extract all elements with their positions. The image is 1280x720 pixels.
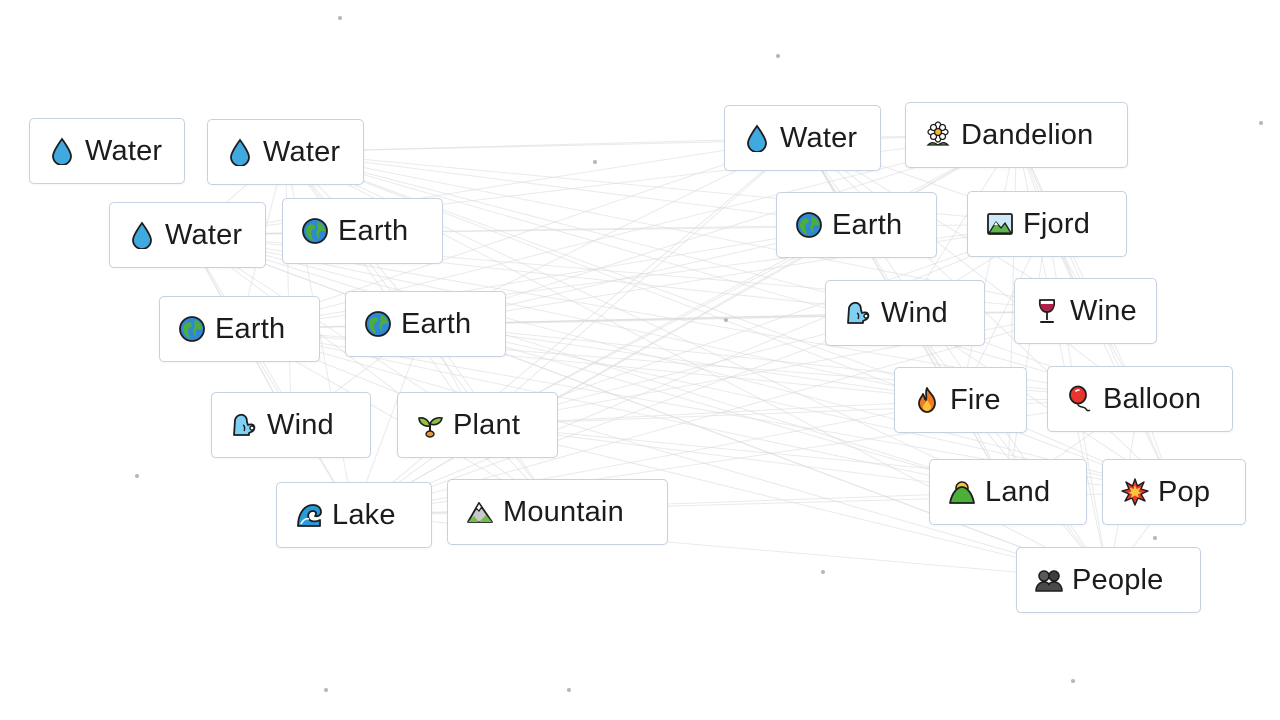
element-label: Earth bbox=[832, 208, 903, 241]
element-lake[interactable]: Lake bbox=[276, 482, 432, 548]
element-dandelion[interactable]: Dandelion bbox=[905, 102, 1128, 168]
element-land[interactable]: Land bbox=[929, 459, 1087, 525]
element-label: Wind bbox=[267, 408, 334, 441]
element-mountain[interactable]: Mountain bbox=[447, 479, 668, 545]
element-label: Mountain bbox=[503, 495, 624, 528]
element-earth[interactable]: Earth bbox=[776, 192, 937, 258]
connection-line bbox=[477, 398, 1141, 426]
landscape-picture-icon bbox=[986, 210, 1014, 238]
element-label: Water bbox=[780, 121, 858, 154]
element-water[interactable]: Water bbox=[724, 105, 881, 171]
seedling-icon bbox=[416, 411, 444, 439]
background-dot bbox=[593, 160, 597, 164]
element-label: Earth bbox=[215, 312, 286, 345]
background-dot bbox=[567, 688, 571, 692]
element-label: People bbox=[1072, 563, 1164, 596]
collision-icon bbox=[1121, 478, 1149, 506]
crafting-board[interactable]: Water Water Water Earth Earth Earth Wind… bbox=[0, 0, 1280, 720]
earth-globe-icon bbox=[795, 211, 823, 239]
connection-line bbox=[1046, 223, 1175, 493]
earth-globe-icon bbox=[178, 315, 206, 343]
element-label: Water bbox=[165, 218, 243, 251]
connection-line bbox=[1007, 223, 1048, 493]
element-label: Fjord bbox=[1023, 207, 1091, 240]
background-dot bbox=[324, 688, 328, 692]
element-earth[interactable]: Earth bbox=[159, 296, 320, 362]
background-dot bbox=[776, 54, 780, 58]
element-pop[interactable]: Pop bbox=[1102, 459, 1246, 525]
earth-globe-icon bbox=[364, 310, 392, 338]
people-silhouette-icon bbox=[1035, 566, 1063, 594]
water-drop-icon bbox=[226, 138, 254, 166]
earth-globe-icon bbox=[301, 217, 329, 245]
element-balloon[interactable]: Balloon bbox=[1047, 366, 1233, 432]
element-plant[interactable]: Plant bbox=[397, 392, 558, 458]
connection-line bbox=[802, 137, 961, 401]
element-label: Wine bbox=[1070, 294, 1137, 327]
connection-line bbox=[477, 137, 803, 426]
element-label: Land bbox=[985, 475, 1051, 508]
connection-line bbox=[285, 151, 1141, 400]
connection-line bbox=[960, 134, 1017, 401]
element-label: Lake bbox=[332, 498, 396, 531]
connection-line bbox=[187, 234, 558, 513]
background-dot bbox=[135, 474, 139, 478]
element-wind[interactable]: Wind bbox=[211, 392, 371, 458]
connection-line bbox=[353, 224, 857, 516]
element-label: Earth bbox=[401, 307, 472, 340]
background-dot bbox=[724, 318, 728, 322]
element-label: Earth bbox=[338, 214, 409, 247]
background-dot bbox=[1071, 679, 1075, 683]
element-fjord[interactable]: Fjord bbox=[967, 191, 1127, 257]
connection-line bbox=[802, 137, 1141, 400]
connection-line bbox=[1016, 134, 1141, 400]
wind-face-icon bbox=[230, 411, 258, 439]
water-drop-icon bbox=[128, 221, 156, 249]
element-earth[interactable]: Earth bbox=[282, 198, 443, 264]
element-water[interactable]: Water bbox=[109, 202, 266, 268]
water-drop-icon bbox=[48, 137, 76, 165]
connection-line bbox=[285, 151, 478, 426]
connection-line bbox=[285, 151, 292, 426]
fire-icon bbox=[913, 386, 941, 414]
connection-line bbox=[285, 151, 961, 401]
background-dot bbox=[338, 16, 342, 20]
element-wind[interactable]: Wind bbox=[825, 280, 985, 346]
wine-glass-icon bbox=[1033, 297, 1061, 325]
element-label: Water bbox=[263, 135, 341, 168]
background-dot bbox=[1153, 536, 1157, 540]
element-earth[interactable]: Earth bbox=[345, 291, 506, 357]
element-label: Fire bbox=[950, 383, 1001, 416]
wind-face-icon bbox=[844, 299, 872, 327]
element-label: Dandelion bbox=[961, 118, 1094, 151]
connection-line bbox=[904, 312, 1109, 581]
element-label: Balloon bbox=[1103, 382, 1202, 415]
element-wine[interactable]: Wine bbox=[1014, 278, 1157, 344]
element-label: Water bbox=[85, 134, 163, 167]
water-drop-icon bbox=[743, 124, 771, 152]
element-water[interactable]: Water bbox=[29, 118, 185, 184]
wave-icon bbox=[295, 501, 323, 529]
element-fire[interactable]: Fire bbox=[894, 367, 1027, 433]
mountain-icon bbox=[466, 498, 494, 526]
connection-line bbox=[425, 310, 1086, 325]
land-hill-icon bbox=[948, 478, 976, 506]
balloon-icon bbox=[1066, 385, 1094, 413]
flower-icon bbox=[924, 121, 952, 149]
background-dot bbox=[821, 570, 825, 574]
element-water[interactable]: Water bbox=[207, 119, 364, 185]
element-label: Wind bbox=[881, 296, 948, 329]
element-label: Plant bbox=[453, 408, 521, 441]
element-people[interactable]: People bbox=[1016, 547, 1201, 613]
element-label: Pop bbox=[1158, 475, 1211, 508]
connection-line bbox=[239, 312, 906, 330]
connection-line bbox=[187, 234, 355, 516]
background-dot bbox=[1259, 121, 1263, 125]
